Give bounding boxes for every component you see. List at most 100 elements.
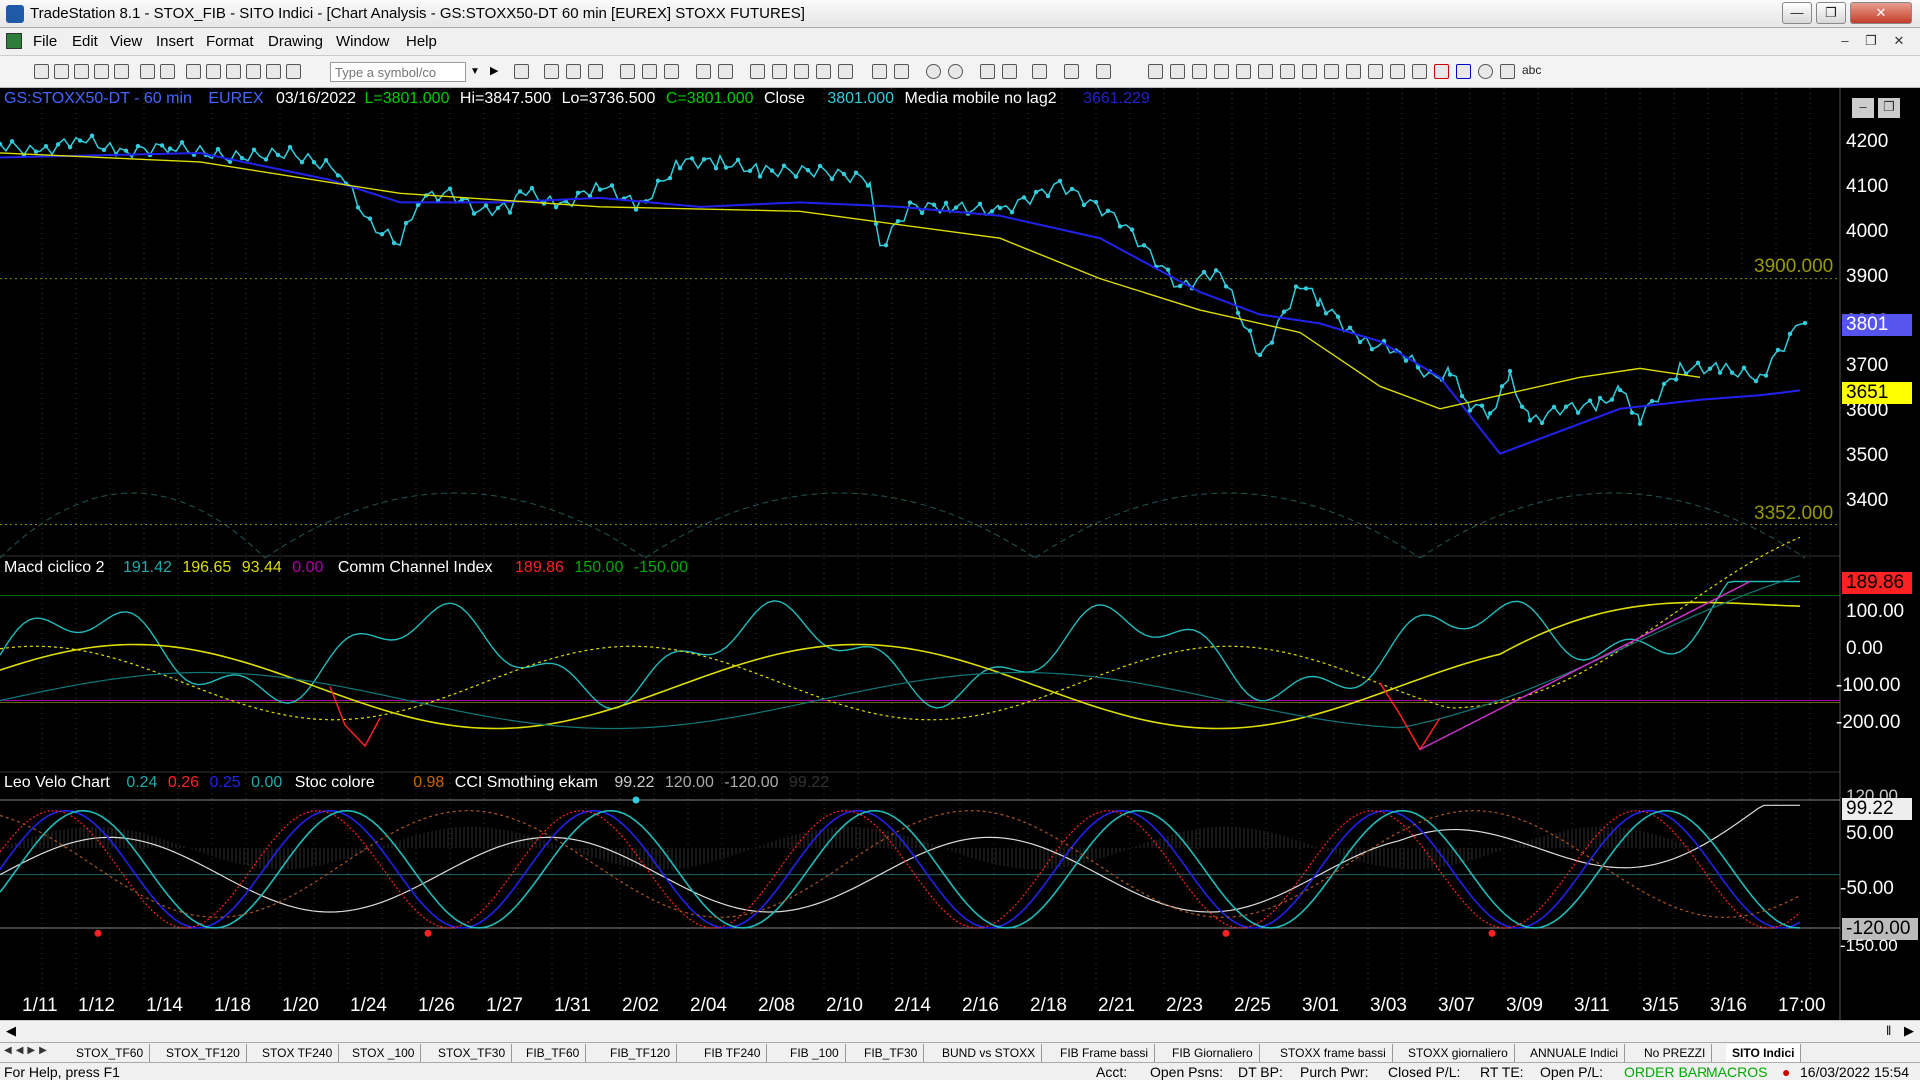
channel-icon[interactable]: [1280, 64, 1295, 79]
maximize-button[interactable]: ❐: [1816, 2, 1846, 24]
indicator-icon[interactable]: [620, 64, 635, 79]
workspace-tab[interactable]: STOX TF240: [256, 1044, 340, 1062]
mdi-restore-button[interactable]: ❐: [1860, 32, 1882, 52]
new-icon[interactable]: [34, 64, 49, 79]
arrow-down-icon[interactable]: [1434, 64, 1449, 79]
menu-help[interactable]: Help: [406, 33, 437, 50]
scroll-right-icon[interactable]: ▶: [1904, 1023, 1914, 1039]
refresh-icon[interactable]: [718, 64, 733, 79]
curve-icon[interactable]: [1412, 64, 1427, 79]
chart-area[interactable]: GS:STOXX50-DT - 60 min EUREX 03/16/2022 …: [0, 88, 1920, 1048]
horizontal-scrollbar[interactable]: ◀ ‖ ▶: [0, 1020, 1920, 1042]
horizontal-lines-icon[interactable]: [1192, 64, 1207, 79]
menu-file[interactable]: File: [33, 33, 57, 50]
vertical-lines-icon[interactable]: [1170, 64, 1185, 79]
gann-icon[interactable]: [1258, 64, 1273, 79]
rectangle-icon[interactable]: [1500, 64, 1515, 79]
hammer-icon[interactable]: [1032, 64, 1047, 79]
tab-nav-icons[interactable]: ◀◀▶▶: [4, 1045, 51, 1056]
expand-icon[interactable]: [894, 64, 909, 79]
menu-window[interactable]: Window: [336, 33, 389, 50]
workspace-tab[interactable]: FIB Giornaliero: [1166, 1044, 1260, 1062]
close-button[interactable]: ✕: [1850, 2, 1912, 24]
tools-icon[interactable]: [286, 64, 301, 79]
regression-icon[interactable]: [1324, 64, 1339, 79]
andrews-pitchfork-icon[interactable]: [1302, 64, 1317, 79]
lock-icon[interactable]: [226, 64, 241, 79]
text-tool[interactable]: abc: [1522, 63, 1541, 77]
workspace-tab[interactable]: STOX_TF120: [160, 1044, 247, 1062]
trendline-icon[interactable]: [1148, 64, 1163, 79]
strategy-icon[interactable]: [642, 64, 657, 79]
cycle-lines-icon[interactable]: [1346, 64, 1361, 79]
radar-icon[interactable]: [772, 64, 787, 79]
panel-minimize-button[interactable]: –: [1852, 98, 1874, 118]
scan-icon[interactable]: [750, 64, 765, 79]
mdi-minimize-button[interactable]: –: [1834, 32, 1856, 52]
options-icon[interactable]: [838, 64, 853, 79]
menu-edit[interactable]: Edit: [72, 33, 98, 50]
workspace-icon[interactable]: [1064, 64, 1079, 79]
zoom-in-icon[interactable]: [926, 64, 941, 79]
workspace-tab[interactable]: BUND vs STOXX: [936, 1044, 1043, 1062]
folder-icon[interactable]: [114, 64, 129, 79]
menu-insert[interactable]: Insert: [156, 33, 194, 50]
zoom-out-icon[interactable]: [948, 64, 963, 79]
fibonacci-icon[interactable]: [1214, 64, 1229, 79]
ellipse-icon[interactable]: [1478, 64, 1493, 79]
table-icon[interactable]: [588, 64, 603, 79]
format-icon[interactable]: [664, 64, 679, 79]
workspace-tab[interactable]: STOX_TF60: [70, 1044, 151, 1062]
print-icon[interactable]: [140, 64, 155, 79]
menu-view[interactable]: View: [110, 33, 142, 50]
layout-icon[interactable]: [696, 64, 711, 79]
help-icon[interactable]: [1096, 64, 1111, 79]
workspace-tab[interactable]: FIB_TF120: [604, 1044, 678, 1062]
workspace-tab[interactable]: STOX _100: [346, 1044, 422, 1062]
macros-indicator[interactable]: MACROS: [1706, 1064, 1767, 1080]
workspace-tab[interactable]: FIB TF240: [698, 1044, 768, 1062]
go-arrow-icon[interactable]: ▶: [490, 64, 505, 79]
bar-chart-icon[interactable]: [544, 64, 559, 79]
globe-icon[interactable]: [266, 64, 281, 79]
order-bar-indicator[interactable]: ORDER BAR: [1624, 1064, 1707, 1080]
workspace-tab[interactable]: STOXX frame bassi: [1274, 1044, 1393, 1062]
minimize-button[interactable]: —: [1782, 2, 1812, 24]
arc-icon[interactable]: [1368, 64, 1383, 79]
workspace-tab[interactable]: FIB_TF30: [858, 1044, 925, 1062]
price-dot: [597, 187, 603, 192]
grid-icon[interactable]: [206, 64, 221, 79]
data-tip-icon[interactable]: [1002, 64, 1017, 79]
symbol-input[interactable]: [330, 62, 466, 82]
save-all-icon[interactable]: [94, 64, 109, 79]
workspace-tab[interactable]: STOXX giornaliero: [1402, 1044, 1515, 1062]
workspace-tab[interactable]: FIB_TF60: [520, 1044, 587, 1062]
find-symbol-icon[interactable]: [514, 64, 529, 79]
workspace-tab[interactable]: ANNUALE Indici: [1524, 1044, 1626, 1062]
arrow-up-icon[interactable]: [1456, 64, 1471, 79]
link-icon[interactable]: [246, 64, 261, 79]
pencil-icon[interactable]: [1390, 64, 1405, 79]
menu-drawing[interactable]: Drawing: [268, 33, 323, 50]
pointer-icon[interactable]: [980, 64, 995, 79]
window-icon[interactable]: [186, 64, 201, 79]
compress-icon[interactable]: [872, 64, 887, 79]
workspace-tab[interactable]: FIB Frame bassi: [1054, 1044, 1156, 1062]
speed-lines-icon[interactable]: [1236, 64, 1251, 79]
workspace-tab[interactable]: FIB _100: [784, 1044, 846, 1062]
open-icon[interactable]: [54, 64, 69, 79]
scroll-left-icon[interactable]: ◀: [6, 1023, 16, 1039]
menu-format[interactable]: Format: [206, 33, 254, 50]
chart-style-icon[interactable]: [566, 64, 581, 79]
panel-restore-button[interactable]: ❐: [1878, 98, 1900, 118]
orderbar-icon[interactable]: [816, 64, 831, 79]
matrix-icon[interactable]: [794, 64, 809, 79]
print-preview-icon[interactable]: [160, 64, 175, 79]
scroll-thumb-icon[interactable]: ‖: [1886, 1023, 1891, 1038]
workspace-tab[interactable]: STOX_TF30: [432, 1044, 513, 1062]
mdi-close-button[interactable]: ✕: [1888, 32, 1910, 52]
workspace-tab[interactable]: SITO Indici: [1726, 1044, 1802, 1062]
symbol-dropdown-icon[interactable]: ▼: [470, 64, 485, 79]
save-icon[interactable]: [74, 64, 89, 79]
workspace-tab[interactable]: No PREZZI: [1638, 1044, 1713, 1062]
